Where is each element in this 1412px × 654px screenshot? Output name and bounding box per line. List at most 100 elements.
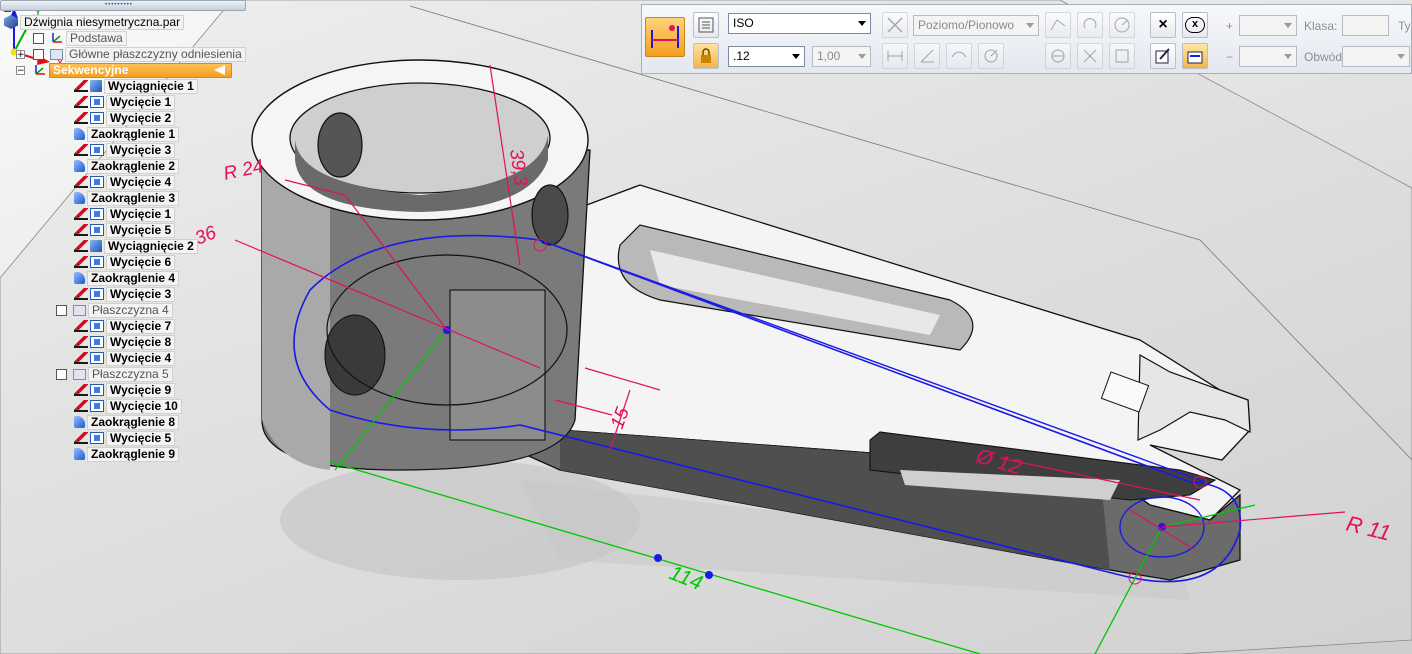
dimension-axis-button[interactable]	[693, 12, 719, 38]
close-x-button[interactable]: ×	[1150, 12, 1176, 38]
edit-pencil-icon	[74, 176, 88, 188]
tree-item-label: Zaokrąglenie 2	[87, 158, 180, 174]
lock-button[interactable]	[693, 43, 719, 69]
tree-root[interactable]: Dźwignia niesymetryczna.par	[4, 14, 185, 30]
angular-dim-button[interactable]	[914, 43, 940, 69]
lower-tolerance-select[interactable]	[1239, 46, 1297, 67]
tree-item[interactable]: Zaokrąglenie 8	[74, 414, 180, 430]
tree-item[interactable]: Wycięcie 1	[74, 94, 176, 110]
hole-icon	[90, 288, 104, 300]
close-x-label: ×	[1158, 16, 1168, 33]
orientation-select[interactable]: Poziomo/Pionowo	[913, 15, 1039, 36]
dimension-standard-select[interactable]: ISO	[728, 13, 871, 34]
tree-item-label: Płaszczyzna 4	[88, 302, 173, 318]
tree-item[interactable]: Wycięcie 10	[74, 398, 182, 414]
tree-item-label: Zaokrąglenie 1	[87, 126, 180, 142]
tree-item[interactable]: Podstawa	[33, 30, 127, 46]
scale-select[interactable]: 1,00	[812, 46, 871, 67]
plane-icon	[73, 304, 86, 316]
upper-tolerance-select[interactable]	[1239, 15, 1297, 36]
tree-item-label: Wycięcie 5	[106, 430, 176, 446]
radial-dim-button[interactable]	[978, 43, 1004, 69]
part-icon	[4, 15, 18, 29]
type-label: Ty	[1398, 19, 1411, 33]
tree-item[interactable]: Wycięcie 5	[74, 430, 176, 446]
tree-item-label: Wycięcie 5	[106, 222, 176, 238]
edit-pencil-icon	[74, 432, 88, 444]
tree-item[interactable]: Wycięcie 6	[74, 254, 176, 270]
collapse-toggle[interactable]: −	[16, 65, 25, 75]
tree-item[interactable]: Płaszczyzna 5	[56, 366, 173, 382]
tree-item[interactable]: Wycięcie 7	[74, 318, 176, 334]
midpoint-handle-b[interactable]	[705, 571, 713, 579]
tree-grip-handle[interactable]: •••••••••	[0, 0, 246, 11]
orientation-tool-button[interactable]	[882, 12, 908, 38]
visibility-checkbox[interactable]	[56, 368, 67, 380]
klasa-input[interactable]	[1342, 15, 1389, 36]
angular-coord-button[interactable]	[1077, 43, 1103, 69]
tree-item[interactable]: Zaokrąglenie 9	[74, 446, 180, 462]
edit-text-button[interactable]	[1150, 43, 1176, 69]
cutout-icon	[90, 144, 104, 156]
rollback-arrow-icon	[214, 64, 225, 75]
tree-item[interactable]: − Sekwencyjne	[16, 62, 232, 78]
tree-item[interactable]: Wyciągnięcie 2	[74, 238, 198, 254]
sequential-icon	[33, 63, 47, 77]
tree-item[interactable]: Wycięcie 4	[74, 350, 176, 366]
edit-pencil-icon	[74, 208, 88, 220]
visibility-checkbox[interactable]	[33, 32, 44, 44]
coordinate-dim-button[interactable]	[1045, 43, 1071, 69]
pathfinder-tree[interactable]: ••••••••• Dźwignia niesymetryczna.par Po…	[0, 0, 250, 470]
tree-item[interactable]: Wycięcie 9	[74, 382, 176, 398]
linear-dim-button[interactable]	[882, 43, 908, 69]
tree-item[interactable]: Zaokrąglenie 4	[74, 270, 180, 286]
close-circle-button[interactable]: x	[1182, 12, 1208, 38]
tree-item-label: Wycięcie 10	[106, 398, 182, 414]
tree-item[interactable]: Zaokrąglenie 2	[74, 158, 180, 174]
tree-item-label: Wycięcie 3	[106, 286, 176, 302]
visibility-checkbox[interactable]	[33, 48, 44, 60]
tree-item-label: Wycięcie 8	[106, 334, 176, 350]
tree-item[interactable]: Wycięcie 3	[74, 142, 176, 158]
round-icon	[74, 160, 85, 172]
angle-dim-button[interactable]	[1109, 12, 1135, 38]
tree-item[interactable]: + Główne płaszczyzny odniesienia	[16, 46, 246, 62]
tree-item-label: Wyciągnięcie 2	[104, 238, 198, 254]
expand-toggle[interactable]: +	[16, 49, 25, 59]
tree-item-label: Wycięcie 3	[106, 142, 176, 158]
tree-item[interactable]: Wycięcie 4	[74, 174, 176, 190]
tree-item[interactable]: Wyciągnięcie 1	[74, 78, 198, 94]
cutout-icon	[90, 320, 104, 332]
chamfer-dim-button[interactable]	[1045, 12, 1071, 38]
cutout-icon	[90, 176, 104, 188]
annotation-button[interactable]	[1182, 43, 1208, 69]
tree-item[interactable]: Wycięcie 2	[74, 110, 176, 126]
tree-item-label: Główne płaszczyzny odniesienia	[65, 46, 246, 62]
dimension-group-button[interactable]	[1109, 43, 1135, 69]
obwod-select[interactable]	[1342, 46, 1410, 67]
tree-item-label: Zaokrąglenie 3	[87, 190, 180, 206]
tree-item[interactable]: Wycięcie 3	[74, 286, 176, 302]
tree-item-label: Wycięcie 1	[106, 206, 176, 222]
tree-item-label: Wycięcie 1	[106, 94, 176, 110]
tree-item-label: Wycięcie 9	[106, 382, 176, 398]
tree-item[interactable]: Płaszczyzna 4	[56, 302, 173, 318]
rotate-dim-button[interactable]	[1077, 12, 1103, 38]
tree-item[interactable]: Wycięcie 8	[74, 334, 176, 350]
midpoint-handle-a[interactable]	[654, 554, 662, 562]
tree-item-label: Wycięcie 4	[106, 350, 176, 366]
dimension-style-button[interactable]	[645, 17, 685, 57]
tree-item[interactable]: Wycięcie 5	[74, 222, 176, 238]
cutout-icon	[90, 400, 104, 412]
precision-select[interactable]: .12	[728, 46, 805, 67]
extrude-icon	[90, 240, 102, 252]
symmetric-dim-button[interactable]	[946, 43, 972, 69]
obwod-label: Obwód:	[1304, 50, 1346, 64]
edit-pencil-icon	[74, 352, 88, 364]
tree-item[interactable]: Wycięcie 1	[74, 206, 176, 222]
tree-item[interactable]: Zaokrąglenie 3	[74, 190, 180, 206]
visibility-checkbox[interactable]	[56, 304, 67, 316]
round-icon	[74, 192, 85, 204]
tree-item[interactable]: Zaokrąglenie 1	[74, 126, 180, 142]
boss-side-hole	[531, 184, 569, 246]
